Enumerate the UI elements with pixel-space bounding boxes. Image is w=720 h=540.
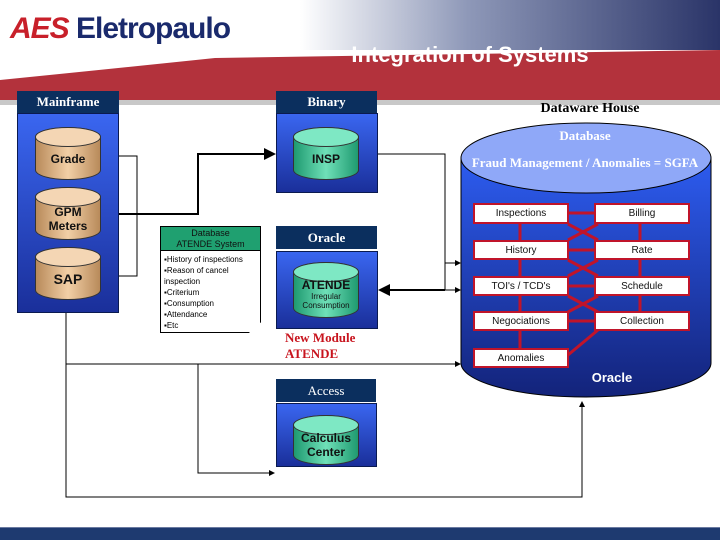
- module-tois-tcds: TOI's / TCD's: [473, 276, 569, 296]
- insp-database: INSP: [293, 127, 359, 180]
- module-negociations: Negociations: [473, 311, 569, 331]
- mainframe-label: Mainframe: [17, 91, 119, 113]
- calculus-center-database: Calculus Center: [293, 415, 359, 465]
- module-anomalies: Anomalies: [473, 348, 569, 368]
- module-collection: Collection: [594, 311, 690, 331]
- footer-bar: [0, 527, 720, 540]
- new-module-label: New Module ATENDE: [285, 330, 356, 361]
- grade-database: Grade: [35, 127, 101, 180]
- module-inspections: Inspections: [473, 203, 569, 224]
- module-billing: Billing: [594, 203, 690, 224]
- note-item: ▪Etc: [164, 321, 179, 330]
- sgfa-name: Fraud Management / Anomalies = SGFA: [471, 155, 699, 170]
- atende-database: ATENDE Irregular Consumption: [293, 262, 359, 318]
- gpm-meters-database: GPM Meters: [35, 187, 101, 240]
- atende-system-note: Database ATENDE System ▪History of inspe…: [160, 226, 261, 333]
- dw-database-label: Database: [559, 128, 611, 143]
- binary-label: Binary: [276, 91, 377, 113]
- note-item: ▪Criterium: [164, 288, 200, 297]
- note-items: ▪History of inspections ▪Reason of cancel…: [161, 251, 260, 333]
- note-item: ▪Attendance: [164, 310, 208, 319]
- note-item: ▪Reason of cancel inspection: [164, 266, 229, 286]
- oracle-label: Oracle: [276, 226, 377, 249]
- note-title: Database ATENDE System: [161, 227, 260, 251]
- access-label: Access: [276, 379, 376, 402]
- sap-database: SAP: [35, 247, 101, 300]
- module-history: History: [473, 240, 569, 260]
- module-schedule: Schedule: [594, 276, 690, 296]
- dataware-house-title: Dataware House: [540, 101, 640, 116]
- module-rate: Rate: [594, 240, 690, 260]
- note-item: ▪History of inspections: [164, 255, 243, 264]
- dw-oracle-label: Oracle: [591, 370, 633, 385]
- note-item: ▪Consumption: [164, 299, 214, 308]
